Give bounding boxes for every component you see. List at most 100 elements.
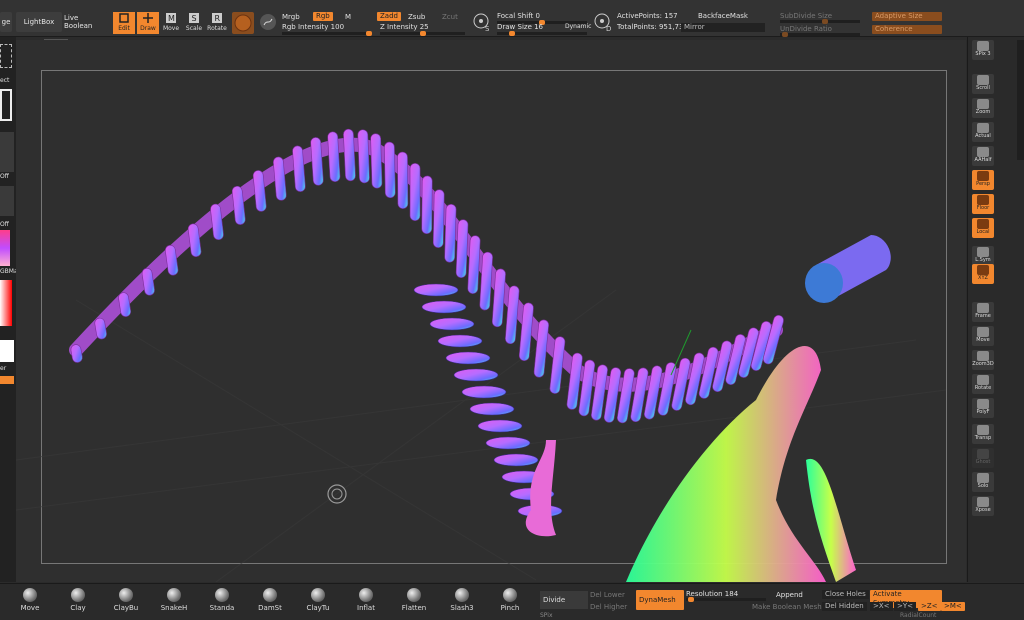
brush-flatten[interactable]: Flatten: [396, 588, 432, 616]
shelf-button-zoom3d[interactable]: Zoom3D: [972, 350, 994, 370]
del-hidden-button[interactable]: Del Hidden: [822, 602, 867, 611]
brush-pinch[interactable]: Pinch: [492, 588, 528, 616]
coherence-button[interactable]: Coherence: [872, 25, 942, 34]
backface-mask-button[interactable]: BackfaceMask: [698, 12, 748, 20]
zsub-button[interactable]: Zsub: [408, 13, 425, 21]
scale-button[interactable]: S Scale: [183, 12, 205, 34]
z-intensity-slider[interactable]: [380, 31, 465, 36]
brush-inflat[interactable]: Inflat: [348, 588, 384, 616]
sym-z-button[interactable]: >Z<: [918, 602, 941, 611]
brush-label: ClayTu: [306, 604, 330, 612]
shelf-button-label: XYZ: [978, 275, 988, 281]
shelf-button-zoom[interactable]: Zoom: [972, 98, 994, 118]
brush-move[interactable]: Move: [12, 588, 48, 616]
edit-button[interactable]: Edit: [113, 12, 135, 34]
adaptive-size-button[interactable]: Adaptive Size: [872, 12, 942, 21]
brush-label: Inflat: [357, 604, 375, 612]
color-picker[interactable]: [0, 280, 12, 326]
sym-x-button[interactable]: >X<: [870, 602, 893, 611]
mrgb-button[interactable]: Mrgb: [282, 13, 300, 21]
dynamic-button[interactable]: Dynamic: [565, 23, 591, 30]
shelf-button-transp[interactable]: Transp: [972, 424, 994, 444]
focal-shift-toggle[interactable]: S: [472, 12, 492, 33]
shelf-button-solo[interactable]: Solo: [972, 472, 994, 492]
brush-damst[interactable]: DamSt: [252, 588, 288, 616]
draw-toggle[interactable]: D: [593, 12, 613, 33]
left-label-er: er: [0, 365, 7, 372]
sym-y-button[interactable]: >Y<: [894, 602, 917, 611]
shelf-button-l-sym[interactable]: L.Sym: [972, 246, 994, 266]
brush-label: ClayBu: [113, 604, 139, 612]
brush-claybu[interactable]: ClayBu: [108, 588, 144, 616]
shelf-button-rotate[interactable]: Rotate: [972, 374, 994, 394]
texture-preview[interactable]: [0, 186, 14, 216]
shelf-button-aahalf[interactable]: AAHalf: [972, 146, 994, 166]
brush-label: SnakeH: [160, 604, 188, 612]
brush-preview[interactable]: [0, 44, 12, 68]
rotate-button[interactable]: R Rotate: [206, 12, 228, 34]
left-orange-button[interactable]: [0, 376, 14, 384]
shelf-button-move[interactable]: Move: [972, 326, 994, 346]
del-lower-button[interactable]: Del Lower: [590, 591, 625, 599]
zcut-button: Zcut: [442, 13, 458, 21]
lightbox-button[interactable]: LightBox: [16, 12, 62, 32]
move-button[interactable]: M Move: [160, 12, 182, 34]
shelf-button-xyz[interactable]: XYZ: [972, 264, 994, 284]
gradient-swatch[interactable]: [0, 230, 10, 266]
shelf-button-spix-3[interactable]: SPix 3: [972, 40, 994, 60]
mirror-button[interactable]: Mirror: [681, 23, 765, 32]
shelf-button-persp[interactable]: Persp: [972, 170, 994, 190]
shelf-button-xpose[interactable]: Xpose: [972, 496, 994, 516]
shelf-button-ghost[interactable]: Ghost: [972, 448, 994, 468]
sym-m-button[interactable]: >M<: [941, 602, 965, 611]
right-scrollbar[interactable]: [1017, 40, 1024, 160]
dynamesh-button[interactable]: DynaMesh: [636, 590, 684, 610]
lower-rib-shape: [461, 385, 507, 399]
subdivide-size-slider[interactable]: [780, 19, 860, 24]
material-swatch[interactable]: [232, 12, 254, 34]
stroke-preview[interactable]: [0, 89, 12, 121]
del-higher-button[interactable]: Del Higher: [590, 603, 627, 611]
brush-sphere-icon: [311, 588, 325, 602]
shelf-button-floor[interactable]: Floor: [972, 194, 994, 214]
shelf-button-scroll[interactable]: Scroll: [972, 74, 994, 94]
shelf-button-frame[interactable]: Frame: [972, 302, 994, 322]
live-boolean-button[interactable]: Live Boolean: [64, 12, 108, 32]
brush-claytu[interactable]: ClayTu: [300, 588, 336, 616]
resolution-slider[interactable]: [686, 597, 766, 602]
brush-label: DamSt: [258, 604, 282, 612]
shelf-actual-icon: [977, 123, 989, 133]
draw-button[interactable]: Draw: [137, 12, 159, 34]
close-holes-button[interactable]: Close Holes: [822, 590, 869, 599]
brush-standa[interactable]: Standa: [204, 588, 240, 616]
zadd-button[interactable]: Zadd: [377, 12, 401, 21]
rib-shape: [343, 128, 356, 182]
focal-shift-label: Focal Shift 0: [497, 12, 540, 20]
brush-label: Slash3: [450, 604, 474, 612]
make-boolean-mesh-button[interactable]: Make Boolean Mesh: [752, 603, 822, 611]
rib-shape: [384, 141, 396, 199]
shelf-button-actual[interactable]: Actual: [972, 122, 994, 142]
alpha-preview[interactable]: [0, 132, 14, 172]
append-button[interactable]: Append: [776, 591, 803, 599]
brush-slash3[interactable]: Slash3: [444, 588, 480, 616]
brush-snakeh[interactable]: SnakeH: [156, 588, 192, 616]
shelf-button-label: Solo: [977, 483, 989, 489]
main-color-swatch[interactable]: [0, 340, 14, 362]
m-button[interactable]: M: [345, 13, 351, 21]
stroke-swatch[interactable]: [258, 12, 278, 32]
shelf-button-local[interactable]: Local: [972, 218, 994, 238]
svg-text:S: S: [485, 25, 490, 32]
move-icon: M: [166, 13, 176, 23]
3d-model-render[interactable]: [16, 40, 966, 582]
rgb-intensity-slider[interactable]: [282, 31, 372, 36]
shelf-button-polyf[interactable]: PolyF: [972, 398, 994, 418]
draw-size-slider[interactable]: [497, 31, 587, 36]
divide-button[interactable]: Divide: [540, 591, 588, 609]
rgb-button[interactable]: Rgb: [313, 12, 333, 21]
lightbox-prev-tab[interactable]: ge: [0, 12, 12, 32]
brush-clay[interactable]: Clay: [60, 588, 96, 616]
undivide-ratio-slider[interactable]: [780, 32, 860, 37]
brush-label: Clay: [70, 604, 86, 612]
shelf-l-sym-icon: [977, 247, 989, 257]
